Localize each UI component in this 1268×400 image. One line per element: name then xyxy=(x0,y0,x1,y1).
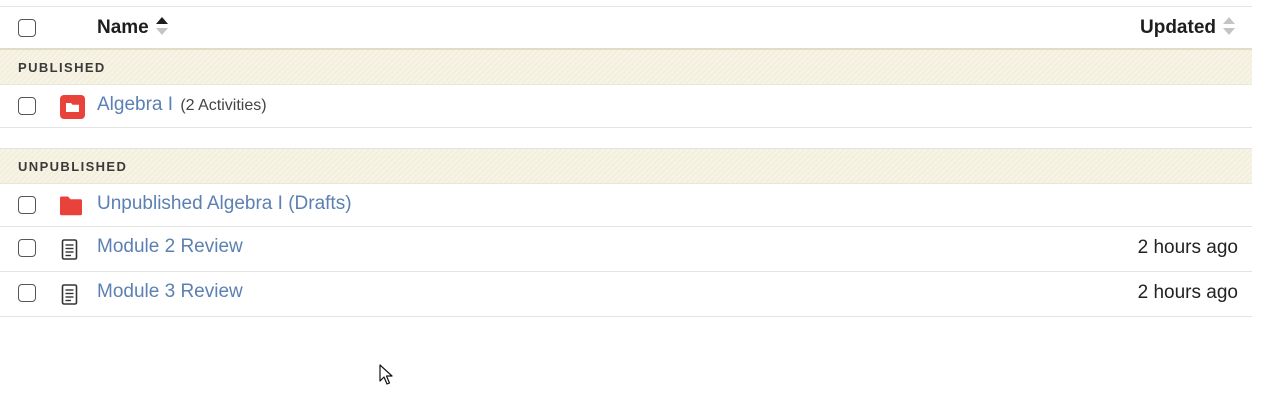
item-name[interactable]: Module 3 Review xyxy=(97,281,243,302)
section-header-published: PUBLISHED xyxy=(0,50,1252,85)
table-row[interactable]: Module 2 Review 2 hours ago xyxy=(0,227,1252,272)
updated-column-header[interactable]: Updated xyxy=(1140,16,1236,39)
row-checkbox[interactable] xyxy=(18,284,36,302)
name-column-header[interactable]: Name xyxy=(97,16,169,39)
section-header-unpublished: UNPUBLISHED xyxy=(0,149,1252,184)
item-activity-count: (2 Activities) xyxy=(180,97,267,114)
section-spacer xyxy=(0,128,1252,149)
item-name-link[interactable]: Module 2 Review xyxy=(97,236,243,258)
document-icon xyxy=(61,284,78,305)
updated-time: 2 hours ago xyxy=(1137,282,1238,303)
sort-ascending-icon[interactable] xyxy=(155,16,169,36)
updated-time: 2 hours ago xyxy=(1137,237,1238,258)
content-list-page: Name Updated PUBLISHED Algebra I (2 Acti… xyxy=(0,0,1268,400)
document-icon xyxy=(61,239,78,260)
item-name[interactable]: Module 2 Review xyxy=(97,236,243,257)
row-checkbox[interactable] xyxy=(18,196,36,214)
select-all-checkbox[interactable] xyxy=(18,19,36,37)
section-label-unpublished: UNPUBLISHED xyxy=(18,159,128,174)
item-name[interactable]: Unpublished Algebra I (Drafts) xyxy=(97,193,352,214)
item-name-link[interactable]: Unpublished Algebra I (Drafts) xyxy=(97,193,352,215)
item-name[interactable]: Algebra I xyxy=(97,94,173,115)
folder-icon-filled xyxy=(60,95,85,119)
table-header-row: Name Updated xyxy=(0,7,1252,50)
updated-column-label: Updated xyxy=(1140,17,1216,38)
table-row[interactable]: Algebra I (2 Activities) xyxy=(0,85,1252,128)
item-name-link[interactable]: Module 3 Review xyxy=(97,281,243,303)
row-checkbox[interactable] xyxy=(18,97,36,115)
mouse-pointer-icon xyxy=(379,364,393,385)
item-name-link[interactable]: Algebra I (2 Activities) xyxy=(97,94,267,116)
row-checkbox[interactable] xyxy=(18,239,36,257)
content-table: Name Updated PUBLISHED Algebra I (2 Acti… xyxy=(0,7,1252,317)
sort-unsorted-icon[interactable] xyxy=(1222,16,1236,36)
section-label-published: PUBLISHED xyxy=(18,60,106,75)
table-row[interactable]: Unpublished Algebra I (Drafts) xyxy=(0,184,1252,227)
table-row[interactable]: Module 3 Review 2 hours ago xyxy=(0,272,1252,317)
name-column-label: Name xyxy=(97,17,149,38)
folder-icon xyxy=(60,196,82,216)
